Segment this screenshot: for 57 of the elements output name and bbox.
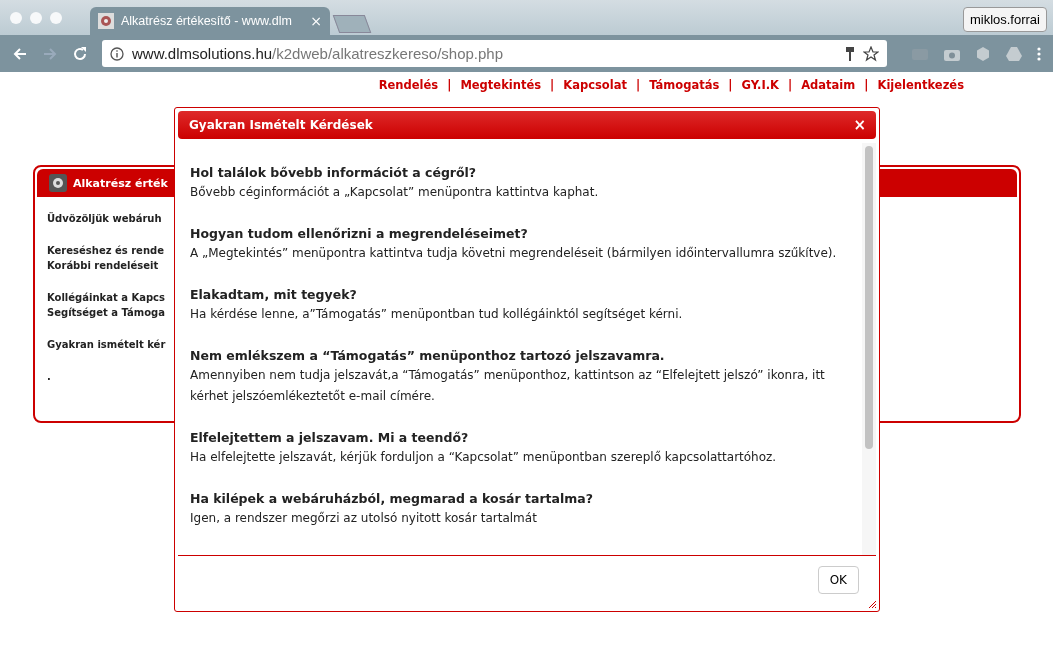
card-text: . (47, 370, 51, 384)
new-tab-button[interactable] (332, 15, 372, 33)
ok-button[interactable]: OK (817, 566, 859, 594)
close-button[interactable]: × (853, 116, 866, 134)
faq-answer: Bővebb céginformációt a „Kapcsolat” menüpontra kattintva kaphat. (190, 184, 600, 201)
card-text: Korábbi rendeléseit (47, 259, 159, 273)
browser-tab[interactable]: Alkatrész értékesítő - www.dlm × (90, 7, 330, 35)
nav-link[interactable]: GY.I.K (741, 78, 779, 92)
menu-icon[interactable] (1037, 45, 1041, 62)
cube-icon[interactable] (975, 45, 991, 62)
reload-icon[interactable] (72, 45, 88, 62)
info-icon (110, 46, 124, 61)
nav-separator: | (864, 78, 869, 92)
scrollbar[interactable] (862, 143, 876, 555)
url-path: /k2dweb/alkatreszkereso/shop.php (272, 45, 504, 62)
nav-link[interactable]: Adataim (801, 78, 856, 92)
dialog-title: Gyakran Ismételt Kérdések (189, 118, 373, 132)
window-zoom-button[interactable] (50, 11, 62, 24)
faq-question: Elfelejtettem a jelszavam. Mi a teendő? (190, 429, 470, 447)
tab-title: Alkatrész értékesítő - www.dlm (121, 14, 293, 28)
faq-question: Hogyan tudom ellenőrizni a megrendeléseimet? (190, 225, 529, 243)
faq-question: Elakadtam, mit tegyek? (190, 286, 358, 304)
card-text: Kereséshez és rende (47, 244, 164, 258)
nav-link[interactable]: Megtekintés (460, 78, 542, 92)
nav-separator: | (728, 78, 733, 92)
faq-question: Ha kilépek a webáruházból, megmarad a kosár tartalma? (190, 490, 595, 508)
address-bar[interactable]: www.dlmsolutions.hu/k2dweb/alkatreszkereso/shop.php (102, 40, 887, 67)
resize-grip-icon[interactable] (867, 599, 877, 609)
nav-separator: | (550, 78, 555, 92)
faq-answer: Ha kérdése lenne, a”Támogatás” menüpontban tud kollégáinktól segítséget kérni. (190, 306, 684, 323)
favicon-icon (98, 13, 114, 29)
nav-link[interactable]: Támogatás (649, 78, 720, 92)
window-minimize-button[interactable] (30, 11, 42, 24)
forward-icon[interactable] (42, 45, 58, 62)
nav-separator: | (635, 78, 641, 92)
nav-link[interactable]: Kapcsolat (563, 78, 627, 92)
profile-button[interactable]: miklos.forrai (962, 7, 1047, 32)
faq-answer: Amennyiben nem tudja jelszavát,a “Támogatás” menüponthoz, kattintson az “Elfelejtett jelszó” ikonra, itt kérhet jelszóemlékeztetőt e-mail címére. (190, 367, 826, 405)
faq-answer: Ha elfelejtette jelszavát, kérjük forduljon a “Kapcsolat” menüpontban szereplő kapcsolattartóhoz. (190, 449, 778, 466)
faq-question: Hol találok bővebb információt a cégről? (190, 164, 478, 182)
faq-answer: A „Megtekintés” menüpontra kattintva tudja követni megrendeléseit (bármilyen időintervallumra szűkítve). (190, 245, 838, 262)
nav-link[interactable]: Kijelentkezés (877, 78, 964, 92)
nav-separator: | (447, 78, 452, 92)
faq-question: Nem emlékszem a “Támogatás” menüponthoz tartozó jelszavamra. (190, 347, 666, 365)
card-text: Kollégáinkat a Kapcs (47, 291, 165, 305)
back-icon[interactable] (12, 45, 28, 62)
url-host: www.dlmsolutions.hu (132, 45, 273, 62)
window-close-button[interactable] (10, 11, 22, 24)
tab-close-button[interactable]: × (310, 13, 322, 29)
star-icon[interactable] (863, 45, 879, 62)
card-text: Gyakran ismételt kér (47, 338, 166, 352)
card-text: Segítséget a Támoga (47, 306, 165, 320)
card-text: Üdvözöljük webáruh (47, 211, 162, 226)
faq-answer: Igen, a rendszer megőrzi az utolsó nyitott kosár tartalmát (190, 510, 538, 527)
card-title: Alkatrész érték (73, 176, 168, 190)
nav-link[interactable]: Rendelés (378, 78, 439, 92)
nav-separator: | (788, 78, 793, 92)
